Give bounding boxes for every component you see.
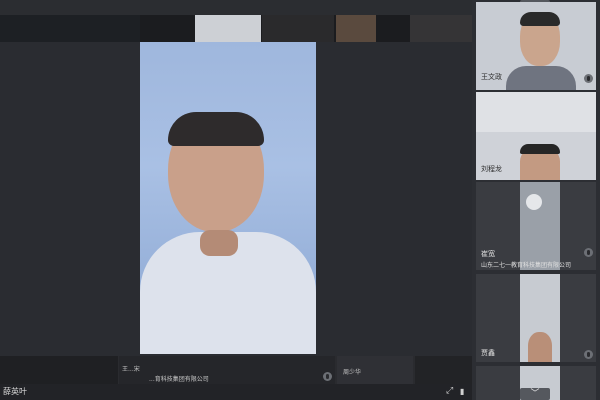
participant-video: [520, 182, 560, 270]
participant-panel: ︿ 王文政 刘程龙 崔宽 山东二七一教育科技集团有限公司 贾鑫: [472, 0, 600, 400]
participant-face: [528, 332, 552, 362]
ceiling-light: [526, 194, 542, 210]
bottom-tile-org: ...育科技集团有限公司: [149, 376, 209, 383]
participant-tile-3[interactable]: 崔宽 山东二七一教育科技集团有限公司: [476, 182, 596, 270]
participant-shirt: [506, 66, 576, 90]
participant-tile-4[interactable]: 贾鑫: [476, 274, 596, 362]
top-thumbnail-2[interactable]: [195, 15, 261, 42]
top-thumbnail-3[interactable]: [262, 15, 334, 42]
microphone-icon: [584, 350, 593, 359]
top-thumbnail-4[interactable]: [336, 15, 376, 42]
chevron-down-icon: ﹀: [530, 389, 540, 399]
bottom-tile-3[interactable]: 周少华: [337, 356, 413, 384]
microphone-icon: [323, 372, 332, 381]
main-speaker-name: 薛英叶: [3, 387, 27, 396]
microphone-icon: ▮: [460, 387, 465, 396]
participant-name: 刘程龙: [481, 165, 502, 173]
top-thumbnail-5[interactable]: [410, 15, 472, 42]
participant-tile-2[interactable]: 刘程龙: [476, 92, 596, 180]
main-footer: 薛英叶 ⤢ ▮: [0, 384, 472, 400]
main-stage: [0, 42, 472, 356]
bottom-tile-1[interactable]: [0, 356, 118, 384]
fullscreen-icon[interactable]: ⤢: [446, 387, 453, 396]
bottom-participant-strip: 王...宋 ...育科技集团有限公司 周少华: [0, 356, 472, 384]
participant-name: 崔宽: [481, 250, 495, 258]
participant-hair: [520, 144, 560, 154]
microphone-icon: [584, 248, 593, 257]
bottom-tile-4[interactable]: [415, 356, 472, 384]
top-thumbnail-1[interactable]: [0, 15, 140, 42]
speaker-hair: [168, 112, 264, 146]
video-conference-window: 王...宋 ...育科技集团有限公司 周少华 薛英叶 ⤢ ▮ ︿ 王文政: [0, 0, 600, 400]
participant-name: 贾鑫: [481, 349, 495, 357]
scroll-down-button[interactable]: ﹀: [520, 388, 550, 400]
participant-hair: [520, 12, 560, 26]
top-thumbnail-strip: [0, 0, 472, 42]
microphone-icon: [584, 74, 593, 83]
top-bar: [0, 0, 472, 15]
participant-org: 山东二七一教育科技集团有限公司: [481, 262, 572, 269]
main-speaker-video[interactable]: [140, 42, 316, 354]
speaker-neck: [200, 230, 238, 256]
participant-tile-1[interactable]: 王文政: [476, 2, 596, 90]
bottom-tile-label: 王...宋: [122, 366, 140, 373]
bottom-tile-2[interactable]: 王...宋 ...育科技集团有限公司: [119, 356, 335, 384]
bottom-tile-label: 周少华: [343, 369, 362, 376]
ceiling: [476, 92, 596, 132]
participant-name: 王文政: [481, 73, 502, 81]
